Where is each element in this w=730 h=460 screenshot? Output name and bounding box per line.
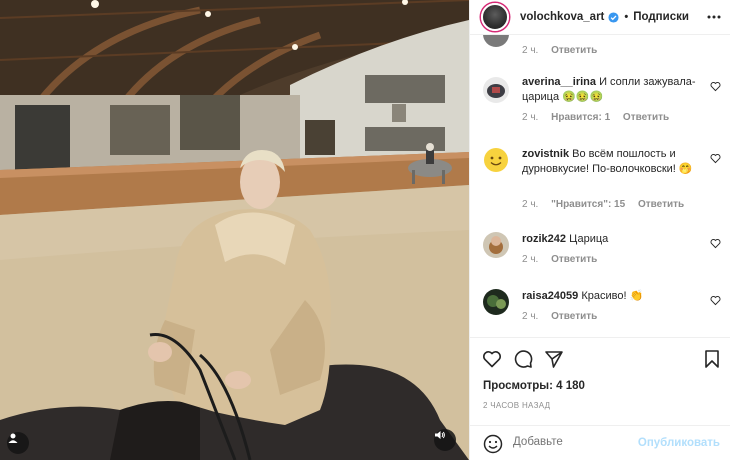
- speaker-icon: [435, 431, 445, 439]
- post-viewer: volochkova_art • Подписки 2 ч. Ответить: [0, 0, 730, 460]
- following-button[interactable]: Подписки: [633, 11, 689, 23]
- like-comment-heart-icon[interactable]: [710, 81, 721, 92]
- comment-body: averina__irina И сопли зажувала- царица …: [522, 75, 702, 105]
- tagged-user-icon[interactable]: [7, 432, 29, 454]
- comment-bubble-icon[interactable]: [513, 349, 533, 369]
- comment-meta: 2 ч. Ответить: [522, 254, 607, 265]
- avatar-image: [483, 77, 509, 103]
- comment-likes-count[interactable]: Нравится: 1: [551, 112, 610, 123]
- like-comment-heart-icon[interactable]: [710, 295, 721, 306]
- comment-text: Царица: [569, 233, 609, 245]
- comment-age: 2 ч.: [522, 45, 539, 56]
- sound-toggle-button[interactable]: [434, 429, 456, 451]
- comment-age: 2 ч.: [522, 311, 539, 322]
- post-timestamp[interactable]: 2 ЧАСОВ НАЗАД: [483, 401, 550, 410]
- comment-reply-button[interactable]: Ответить: [623, 112, 669, 123]
- comments-list[interactable]: 2 ч. Ответить averina__irina И сопли заж…: [470, 35, 730, 335]
- add-comment-bar: Опубликовать: [470, 425, 730, 460]
- share-paper-plane-icon[interactable]: [544, 349, 564, 369]
- comment-meta: 2 ч. Нравится: 1 Ответить: [522, 112, 679, 123]
- comment-likes-count[interactable]: "Нравится": 15: [551, 199, 625, 210]
- comment-avatar[interactable]: [483, 35, 509, 47]
- save-bookmark-icon[interactable]: [702, 349, 722, 369]
- like-comment-heart-icon[interactable]: [710, 238, 721, 249]
- comment-reply-button[interactable]: Ответить: [638, 199, 684, 210]
- comment-reply-button[interactable]: Ответить: [551, 311, 597, 322]
- comment-avatar[interactable]: [483, 232, 509, 258]
- comment-username[interactable]: raisa24059: [522, 290, 578, 302]
- publish-comment-button[interactable]: Опубликовать: [638, 437, 720, 449]
- post-header: volochkova_art • Подписки: [470, 0, 730, 35]
- like-heart-icon[interactable]: [482, 349, 502, 369]
- person-icon: [8, 433, 18, 443]
- author-username[interactable]: volochkova_art: [520, 11, 604, 23]
- comment-meta: 2 ч. Ответить: [522, 311, 607, 322]
- comment-reply-button[interactable]: Ответить: [551, 45, 597, 56]
- comment-age: 2 ч.: [522, 199, 539, 210]
- post-action-bar: [470, 337, 730, 379]
- comment-username[interactable]: zovistnik: [522, 148, 569, 160]
- more-options-icon: [707, 15, 721, 19]
- comment-meta: 2 ч. Ответить: [522, 45, 597, 56]
- more-options-button[interactable]: [706, 9, 722, 25]
- video-player[interactable]: [0, 0, 469, 460]
- comment-reply-button[interactable]: Ответить: [551, 254, 597, 265]
- comment-avatar[interactable]: [483, 289, 509, 315]
- video-frame-image: [0, 0, 469, 460]
- comment-body: raisa24059 Красиво! 👏: [522, 289, 702, 304]
- like-comment-heart-icon[interactable]: [710, 153, 721, 164]
- comment-username[interactable]: rozik242: [522, 233, 566, 245]
- comment-age: 2 ч.: [522, 112, 539, 123]
- comment-body: rozik242 Царица: [522, 232, 702, 247]
- add-comment-input[interactable]: [513, 436, 633, 448]
- verified-badge-icon: [608, 11, 619, 23]
- comment-meta: 2 ч. "Нравится": 15 Ответить: [522, 199, 694, 210]
- comment-age: 2 ч.: [522, 254, 539, 265]
- emoji-picker-icon[interactable]: [483, 434, 503, 454]
- view-count[interactable]: Просмотры: 4 180: [483, 380, 585, 392]
- avatar-image: [483, 232, 509, 258]
- comment-username[interactable]: averina__irina: [522, 76, 596, 88]
- comment-text: Красиво! 👏: [581, 290, 644, 302]
- smiley-avatar-image: [484, 148, 508, 172]
- header-separator: •: [624, 11, 629, 23]
- comment-body: zovistnik Во всём пошлость и дурновкусие…: [522, 147, 702, 177]
- comment-avatar[interactable]: [483, 147, 509, 173]
- post-sidebar: volochkova_art • Подписки 2 ч. Ответить: [469, 0, 730, 460]
- author-avatar[interactable]: [481, 3, 509, 31]
- comment-avatar[interactable]: [483, 77, 509, 103]
- avatar-image: [483, 289, 509, 315]
